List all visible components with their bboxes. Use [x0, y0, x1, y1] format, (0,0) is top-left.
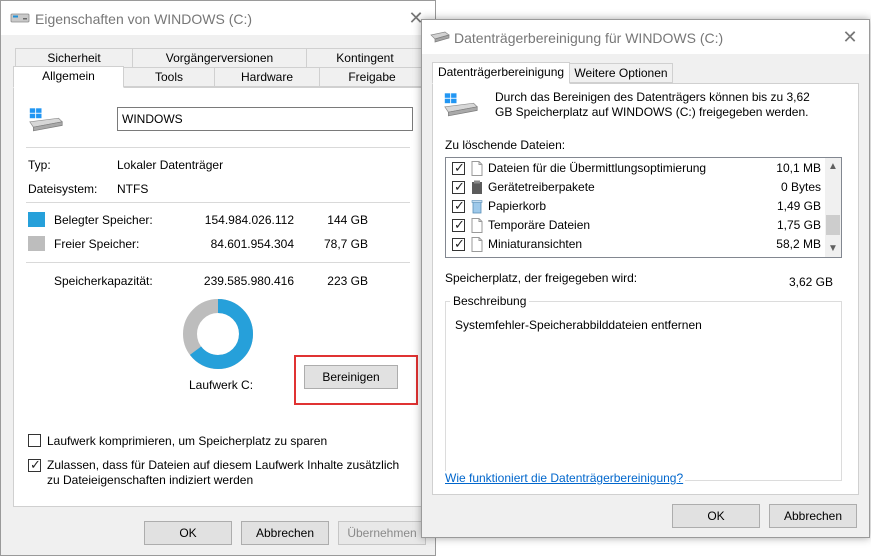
file-size: 1,49 GB: [776, 199, 821, 213]
driver-package-icon: [471, 180, 483, 195]
tab-weitere-optionen[interactable]: Weitere Optionen: [569, 63, 673, 83]
file-icon: [471, 161, 483, 176]
recycle-bin-icon: [471, 199, 483, 214]
file-list-item[interactable]: ✓ Papierkorb 1,49 GB: [446, 197, 825, 216]
type-label: Typ:: [28, 158, 51, 172]
separator: [26, 147, 410, 148]
cleanup-title: Datenträgerbereinigung für WINDOWS (C:): [454, 30, 724, 46]
check-icon: ✓: [454, 198, 465, 213]
file-checkbox[interactable]: ✓: [452, 198, 465, 213]
file-name: Dateien für die Übermittlungsoptimierung: [488, 161, 707, 175]
file-name: Papierkorb: [488, 199, 547, 213]
check-icon: ✓: [454, 160, 465, 175]
used-bytes: 154.984.026.112: [204, 213, 294, 227]
description-legend: Beschreibung: [450, 294, 530, 308]
free-color-swatch: [28, 236, 45, 251]
file-name: Gerätetreiberpakete: [488, 180, 595, 194]
file-list-item[interactable]: ✓ Dateien für die Übermittlungsoptimierun…: [446, 159, 825, 178]
cleanup-panel: Durch das Bereinigen des Datenträgers kö…: [432, 83, 859, 495]
cleanup-window: Datenträgerbereinigung für WINDOWS (C:) …: [421, 19, 870, 538]
tab-hardware[interactable]: Hardware: [214, 67, 320, 87]
capacity-label: Speicherkapazität:: [54, 274, 153, 288]
free-size: 78,7 GB: [323, 237, 368, 251]
file-list-item[interactable]: ✓ Temporäre Dateien 1,75 GB: [446, 216, 825, 235]
tab-tools[interactable]: Tools: [123, 67, 215, 87]
drive-name-input[interactable]: [117, 107, 413, 131]
file-list-item[interactable]: ✓ Gerätetreiberpakete 0 Bytes: [446, 178, 825, 197]
drive-label: Laufwerk C:: [189, 378, 254, 392]
ok-button[interactable]: OK: [672, 504, 760, 528]
usage-donut-chart: [183, 299, 253, 369]
scroll-down-icon[interactable]: ▼: [825, 240, 841, 257]
capacity-size: 223 GB: [327, 274, 368, 288]
tab-allgemein[interactable]: Allgemein: [13, 66, 124, 88]
file-size: 58,2 MB: [776, 237, 821, 251]
type-value: Lokaler Datenträger: [117, 158, 224, 172]
files-list[interactable]: ✓ Dateien für die Übermittlungsoptimierun…: [445, 157, 842, 258]
file-checkbox[interactable]: ✓: [452, 160, 465, 175]
tab-datentraegerbereinigung[interactable]: Datenträgerbereinigung: [432, 62, 570, 84]
check-icon: ✓: [30, 457, 41, 472]
scroll-up-icon[interactable]: ▲: [825, 158, 841, 175]
file-size: 10,1 MB: [776, 161, 821, 175]
freed-label: Speicherplatz, der freigegeben wird:: [445, 271, 638, 285]
close-icon[interactable]: ✕: [841, 28, 859, 46]
intro-text-line2: GB Speicherplatz auf WINDOWS (C:) freige…: [495, 105, 809, 119]
properties-titlebar[interactable]: Eigenschaften von WINDOWS (C:) ✕: [1, 1, 435, 35]
intro-text-line1: Durch das Bereinigen des Datenträgers kö…: [495, 90, 810, 104]
disk-cleanup-icon: [430, 31, 450, 43]
cleanup-highlight: [294, 355, 418, 405]
cancel-button[interactable]: Abbrechen: [241, 521, 329, 545]
free-bytes: 84.601.954.304: [210, 237, 294, 251]
tab-freigabe[interactable]: Freigabe: [319, 67, 425, 87]
free-label: Freier Speicher:: [54, 237, 140, 251]
drive-large-icon: [29, 108, 63, 132]
filesystem-value: NTFS: [117, 182, 149, 196]
index-checkbox[interactable]: ✓: [28, 457, 41, 472]
tab-vorgaengerversionen[interactable]: Vorgängerversionen: [132, 48, 307, 68]
file-size: 1,75 GB: [776, 218, 821, 232]
description-text: Systemfehler-Speicherabbilddateien entfe…: [455, 318, 702, 332]
file-checkbox[interactable]: ✓: [452, 179, 465, 194]
filesystem-label: Dateisystem:: [28, 182, 98, 196]
used-label: Belegter Speicher:: [54, 213, 153, 227]
drive-icon: [10, 13, 30, 23]
ok-button[interactable]: OK: [144, 521, 232, 545]
file-checkbox[interactable]: ✓: [452, 217, 465, 232]
file-icon: [471, 237, 483, 252]
file-name: Miniaturansichten: [488, 237, 583, 251]
used-size: 144 GB: [327, 213, 368, 227]
cleanup-titlebar[interactable]: Datenträgerbereinigung für WINDOWS (C:) …: [422, 20, 869, 54]
separator: [26, 262, 410, 263]
drive-large-icon: [444, 93, 478, 117]
file-icon: [471, 218, 483, 233]
file-name: Temporäre Dateien: [488, 218, 591, 232]
file-list-item[interactable]: ✓ Miniaturansichten 58,2 MB: [446, 235, 825, 254]
files-label: Zu löschende Dateien:: [445, 138, 566, 152]
index-label-line1: Zulassen, dass für Dateien auf diesem La…: [47, 458, 400, 472]
check-icon: ✓: [454, 236, 465, 251]
file-checkbox[interactable]: ✓: [452, 236, 465, 251]
files-scrollbar[interactable]: ▲ ▼: [825, 158, 841, 257]
compress-label: Laufwerk komprimieren, um Speicherplatz …: [47, 434, 328, 448]
tab-kontingent[interactable]: Kontingent: [306, 48, 424, 68]
capacity-bytes: 239.585.980.416: [203, 274, 294, 288]
check-icon: ✓: [454, 179, 465, 194]
apply-button[interactable]: Übernehmen: [338, 521, 426, 545]
file-size: 0 Bytes: [780, 180, 821, 194]
check-icon: ✓: [454, 217, 465, 232]
separator: [26, 202, 410, 203]
tab-sicherheit[interactable]: Sicherheit: [15, 48, 133, 68]
properties-window: Eigenschaften von WINDOWS (C:) ✕ Sicherh…: [0, 0, 436, 556]
compress-checkbox[interactable]: [28, 434, 41, 447]
properties-title: Eigenschaften von WINDOWS (C:): [35, 11, 253, 27]
help-link[interactable]: Wie funktioniert die Datenträgerbereinig…: [445, 471, 686, 485]
cancel-button[interactable]: Abbrechen: [769, 504, 857, 528]
scroll-thumb[interactable]: [826, 215, 840, 235]
general-panel: Typ: Lokaler Datenträger Dateisystem: NT…: [13, 87, 425, 507]
index-label-line2: zu Dateieigenschaften indiziert werden: [47, 473, 254, 487]
freed-value: 3,62 GB: [788, 275, 833, 289]
used-color-swatch: [28, 212, 45, 227]
